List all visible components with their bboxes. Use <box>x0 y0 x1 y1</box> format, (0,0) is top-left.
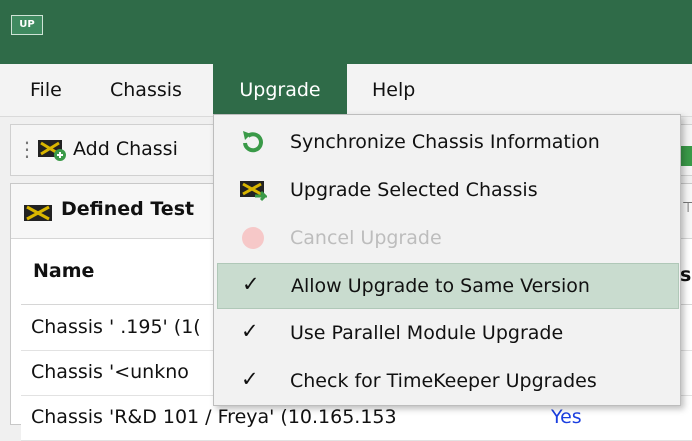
menu-item-parallel-module[interactable]: ✓ Use Parallel Module Upgrade <box>217 311 677 355</box>
add-chassis-button[interactable]: Add Chassi <box>37 133 178 165</box>
title-bar: UP <box>0 0 692 64</box>
check-icon: ✓ <box>241 319 259 343</box>
row-name: Chassis 'R&D 101 / Freya' (10.165.153 <box>31 406 397 428</box>
row-name: Chassis ' .195' (1( <box>31 316 201 338</box>
upgrade-chassis-icon <box>240 181 267 202</box>
toolbar-grip-icon[interactable]: ⋮ <box>17 135 37 163</box>
menu-file[interactable]: File <box>30 64 62 116</box>
menu-help[interactable]: Help <box>372 64 415 116</box>
cancel-icon <box>242 227 264 249</box>
column-name-label: Name <box>33 260 95 282</box>
add-chassis-label: Add Chassi <box>73 138 178 160</box>
check-icon: ✓ <box>241 367 259 391</box>
menu-item-cancel-upgrade: Cancel Upgrade <box>217 216 677 260</box>
menu-bar: File Chassis Upgrade Help <box>0 64 692 117</box>
panel-title: Defined Test <box>61 198 195 220</box>
menu-chassis[interactable]: Chassis <box>110 64 182 116</box>
menu-item-allow-same-version[interactable]: ✓ Allow Upgrade to Same Version <box>217 263 679 309</box>
menu-item-synchronize[interactable]: Synchronize Chassis Information <box>217 120 677 164</box>
menu-upgrade[interactable]: Upgrade <box>213 64 347 116</box>
column-header-partial: s? <box>680 264 692 286</box>
check-icon: ✓ <box>242 272 260 296</box>
menu-item-timekeeper[interactable]: ✓ Check for TimeKeeper Upgrades <box>217 359 677 403</box>
menu-item-upgrade-selected[interactable]: Upgrade Selected Chassis <box>217 168 677 212</box>
row-value-link[interactable]: Yes <box>551 406 582 428</box>
upgrade-dropdown-menu: Synchronize Chassis Information Upgrade … <box>213 114 681 406</box>
add-chassis-icon <box>38 140 66 161</box>
row-name: Chassis '<unkno <box>31 361 189 383</box>
chassis-icon <box>24 205 52 221</box>
pin-icon[interactable]: ⊤ <box>682 200 692 216</box>
app-logo-icon: UP <box>11 15 43 35</box>
sync-icon <box>243 131 263 153</box>
